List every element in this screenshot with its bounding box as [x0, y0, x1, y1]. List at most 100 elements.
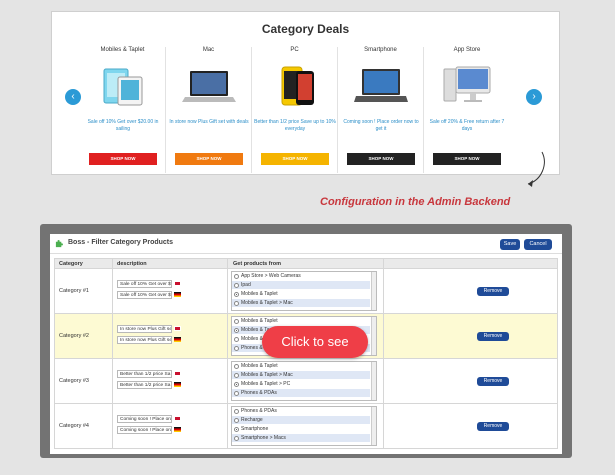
list-item[interactable]: Phones & PDAs [232, 389, 370, 397]
description-input-de[interactable]: Better than 1/2 price Sa [117, 381, 172, 389]
category-label: Category #2 [59, 333, 89, 339]
deal-column-mobiles: Mobiles & Taplet Sale off 10% Get over $… [80, 47, 166, 173]
radio-icon[interactable] [234, 372, 239, 378]
carousel-prev-button[interactable]: ‹ [65, 89, 81, 105]
radio-icon[interactable] [234, 318, 239, 324]
list-item[interactable]: Smartphone [232, 425, 370, 433]
deal-category-name: Smartphone [364, 47, 397, 53]
list-item[interactable]: Mobiles & Taplet > Mac [232, 371, 370, 379]
deal-column-mac: Mac In store now Plus Gift set with deal… [166, 47, 252, 173]
deal-promo-text: In store now Plus Gift set with deals [169, 119, 249, 125]
radio-icon[interactable] [234, 390, 239, 396]
list-item[interactable]: App Store > Web Cameras [232, 272, 370, 280]
radio-icon[interactable] [234, 363, 239, 369]
phone-product-image[interactable] [268, 65, 322, 107]
table-row: Category #1 Sale off 10% Get over $ Sale… [54, 269, 558, 314]
laptop-product-image[interactable] [354, 65, 408, 107]
list-item[interactable]: Smartphone > Macs [232, 434, 370, 442]
list-item[interactable]: Phones & PDAs [232, 407, 370, 415]
uk-flag-icon [174, 326, 181, 331]
column-header-description: description [117, 261, 147, 267]
table-row: Category #3 Better than 1/2 price Sa Bet… [54, 359, 558, 404]
remove-button[interactable]: Remove [477, 332, 509, 341]
remove-button[interactable]: Remove [477, 422, 509, 431]
listbox-scrollbar[interactable] [371, 272, 376, 310]
description-input-de[interactable]: In store now Plus Gift se [117, 336, 172, 344]
shop-now-button[interactable]: SHOP NOW [433, 153, 501, 165]
deal-promo-text: Better than 1/2 price Save up to 10% eve… [254, 119, 336, 132]
description-input-en[interactable]: In store now Plus Gift se [117, 325, 172, 333]
uk-flag-icon [174, 281, 181, 286]
deal-category-name: App Store [453, 47, 481, 53]
deal-promo-text: Coming soon ! Place order now to get it [343, 119, 419, 132]
description-input-en[interactable]: Coming soon ! Place ord [117, 415, 172, 423]
listbox-scrollbar[interactable] [371, 317, 376, 355]
deals-title: Category Deals [261, 22, 350, 36]
deal-column-smartphone: Smartphone Coming soon ! Place order now… [338, 47, 424, 173]
remove-button[interactable]: Remove [477, 287, 509, 296]
category-label: Category #4 [59, 423, 89, 429]
imac-product-image[interactable] [440, 65, 494, 107]
config-caption: Configuration in the Admin Backend [320, 196, 511, 208]
radio-icon[interactable] [234, 300, 239, 306]
radio-icon[interactable] [234, 327, 239, 333]
list-item[interactable]: Ipad [232, 281, 370, 289]
admin-header: Boss - Filter Category Products Save Can… [50, 234, 562, 254]
listbox-scrollbar[interactable] [371, 407, 376, 445]
description-input-de[interactable]: Sale off 10% Get over $ [117, 291, 172, 299]
list-item[interactable]: Mobiles & Taplet [232, 362, 370, 370]
radio-icon[interactable] [234, 426, 239, 432]
puzzle-icon [55, 240, 63, 248]
cancel-button[interactable]: Cancel [524, 239, 552, 250]
list-item[interactable]: Recharge [232, 416, 370, 424]
category-deals-panel: Category Deals ‹ › Mobiles & Taplet Sale… [51, 11, 560, 175]
shop-now-button[interactable]: SHOP NOW [347, 153, 415, 165]
description-input-en[interactable]: Sale off 10% Get over $ [117, 280, 172, 288]
list-item[interactable]: Mobiles & Taplet > PC [232, 380, 370, 388]
listbox-scrollbar[interactable] [371, 362, 376, 400]
radio-icon[interactable] [234, 282, 239, 288]
uk-flag-icon [174, 416, 181, 421]
radio-icon[interactable] [234, 345, 239, 351]
radio-icon[interactable] [234, 291, 239, 297]
radio-icon[interactable] [234, 273, 239, 279]
shop-now-button[interactable]: SHOP NOW [261, 153, 329, 165]
tablet-product-image[interactable] [96, 65, 150, 107]
description-input-de[interactable]: Coming soon ! Place ord [117, 426, 172, 434]
radio-icon[interactable] [234, 417, 239, 423]
products-listbox[interactable]: App Store > Web Cameras Ipad Mobiles & T… [231, 271, 377, 311]
radio-icon[interactable] [234, 435, 239, 441]
curved-arrow-icon [527, 151, 545, 187]
macbook-product-image[interactable] [182, 65, 236, 107]
de-flag-icon [174, 382, 181, 387]
list-item[interactable]: Mobiles & Taplet [232, 317, 370, 325]
list-item[interactable]: Mobiles & Taplet > Mac [232, 299, 370, 307]
radio-icon[interactable] [234, 381, 239, 387]
save-button[interactable]: Save [500, 239, 520, 250]
products-listbox[interactable]: Phones & PDAs Recharge Smartphone Smartp… [231, 406, 377, 446]
shop-now-button[interactable]: SHOP NOW [89, 153, 157, 165]
radio-icon[interactable] [234, 408, 239, 414]
table-header: Category description Get products from [54, 258, 558, 269]
table-row: Category #4 Coming soon ! Place ord Comi… [54, 404, 558, 449]
remove-button[interactable]: Remove [477, 377, 509, 386]
products-listbox[interactable]: Mobiles & Taplet Mobiles & Taplet > Mac … [231, 361, 377, 401]
click-to-see-button[interactable]: Click to see [262, 326, 368, 358]
category-label: Category #1 [59, 288, 89, 294]
shop-now-button[interactable]: SHOP NOW [175, 153, 243, 165]
category-label: Category #3 [59, 378, 89, 384]
deal-category-name: Mobiles & Taplet [100, 47, 145, 53]
carousel-next-button[interactable]: › [526, 89, 542, 105]
uk-flag-icon [174, 371, 181, 376]
de-flag-icon [174, 337, 181, 342]
deal-category-name: PC [290, 47, 299, 53]
deal-category-name: Mac [202, 47, 215, 53]
description-input-en[interactable]: Better than 1/2 price Sa [117, 370, 172, 378]
de-flag-icon [174, 427, 181, 432]
list-item[interactable]: Mobiles & Taplet [232, 290, 370, 298]
deal-column-appstore: App Store Sale off 20% & Free return aft… [424, 47, 510, 173]
radio-icon[interactable] [234, 336, 239, 342]
column-header-category: Category [59, 261, 83, 267]
admin-title: Boss - Filter Category Products [68, 239, 174, 246]
deal-promo-text: Sale off 10% Get over $20.00 in sailing [87, 119, 159, 132]
